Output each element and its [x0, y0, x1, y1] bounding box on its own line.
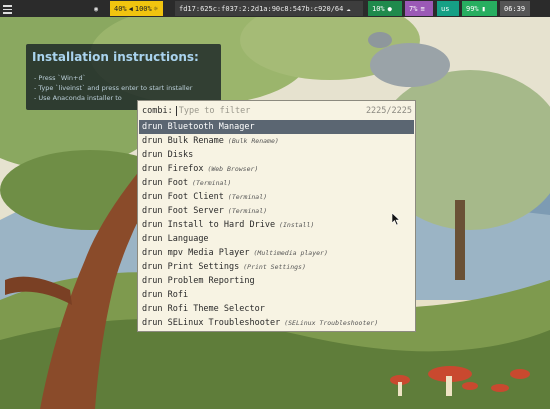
- sun-icon: ☼: [153, 4, 158, 13]
- filter-input[interactable]: combi: Type to filter 2225/2225: [142, 105, 412, 117]
- entry-description: (Install): [279, 221, 315, 229]
- entry-mode: drun: [142, 136, 163, 146]
- entry-name: SELinux Troubleshooter: [167, 318, 281, 328]
- launcher-entry[interactable]: drun Firefox (Web Browser): [139, 162, 414, 176]
- launcher-entry[interactable]: drun Foot Server (Terminal): [139, 204, 414, 218]
- volume-widget[interactable]: 40% ◀ 100% ☼: [110, 1, 163, 16]
- disk-widget[interactable]: 10% ●: [368, 1, 402, 16]
- launcher-entry[interactable]: drun Language: [139, 232, 414, 246]
- entry-mode: drun: [142, 206, 163, 216]
- entry-mode: drun: [142, 150, 163, 160]
- entry-description: (Multimedia player): [253, 249, 328, 257]
- brightness-value: 100%: [134, 4, 152, 13]
- entry-name: Firefox: [167, 164, 204, 174]
- rofi-launcher: combi: Type to filter 2225/2225 drun Blu…: [137, 100, 416, 332]
- mode-prompt: combi:: [142, 106, 173, 116]
- visibility-toggle-icon[interactable]: ◉: [90, 1, 102, 16]
- volume-value: 40%: [114, 4, 127, 13]
- instruction-line: - Press `Win+d`: [34, 74, 86, 82]
- entry-mode: drun: [142, 192, 163, 202]
- top-status-bar: ◉ 40% ◀ 100% ☼ fd17:625c:f037:2:2d1a:90c…: [0, 0, 550, 17]
- entry-mode: drun: [142, 164, 163, 174]
- entry-name: Bluetooth Manager: [167, 122, 255, 132]
- filter-placeholder: Type to filter: [178, 106, 251, 116]
- launcher-entry[interactable]: drun mpv Media Player (Multimedia player): [139, 246, 414, 260]
- entry-mode: drun: [142, 276, 163, 286]
- entry-name: Language: [167, 234, 209, 244]
- entry-mode: drun: [142, 248, 163, 258]
- result-list: drun Bluetooth Manager drun Bulk Rename (B…: [139, 120, 414, 330]
- launcher-entry[interactable]: drun Print Settings (Print Settings): [139, 260, 414, 274]
- entry-name: Print Settings: [167, 262, 240, 272]
- entry-description: (Web Browser): [207, 165, 259, 173]
- entry-name: Foot Server: [167, 206, 224, 216]
- entry-description: (Print Settings): [243, 263, 306, 271]
- entry-name: Foot: [167, 178, 189, 188]
- clock-value: 06:39: [504, 4, 526, 13]
- launcher-entry[interactable]: drun Foot (Terminal): [139, 176, 414, 190]
- ip-address: fd17:625c:f037:2:2d1a:90c8:547b:c920/64: [179, 4, 344, 13]
- disk-icon: ●: [387, 4, 392, 13]
- instruction-line: - Type `liveinst` and press enter to sta…: [34, 84, 193, 92]
- launcher-entry[interactable]: drun Problem Reporting: [139, 274, 414, 288]
- network-widget[interactable]: fd17:625c:f037:2:2d1a:90c8:547b:c920/64 …: [175, 1, 363, 16]
- instructions-title: Installation instructions:: [32, 50, 199, 64]
- entry-name: Rofi: [167, 290, 189, 300]
- launcher-entry[interactable]: drun Bluetooth Manager: [139, 120, 414, 134]
- entry-description: (SELinux Troubleshooter): [284, 319, 379, 327]
- disk-value: 10%: [372, 4, 385, 13]
- keyboard-layout-value: us: [441, 4, 450, 13]
- entry-description: (Terminal): [227, 207, 268, 215]
- entry-mode: drun: [142, 290, 163, 300]
- launcher-entry[interactable]: drun Disks: [139, 148, 414, 162]
- match-count: 2225/2225: [365, 106, 412, 116]
- launcher-entry[interactable]: drun Foot Client (Terminal): [139, 190, 414, 204]
- entry-name: Bulk Rename: [167, 136, 224, 146]
- memory-widget[interactable]: 7% ≡: [405, 1, 433, 16]
- launcher-entry[interactable]: drun Rofi Theme Selector: [139, 302, 414, 316]
- keyboard-layout[interactable]: us: [437, 1, 459, 16]
- clock[interactable]: 06:39: [500, 1, 530, 16]
- battery-icon: ▮: [481, 4, 486, 13]
- cloud-icon: ☁: [346, 4, 351, 13]
- instructions-list: - Press `Win+d` - Type `liveinst` and pr…: [34, 73, 192, 103]
- menu-icon[interactable]: [2, 3, 13, 14]
- text-caret: [175, 106, 177, 116]
- entry-mode: drun: [142, 122, 163, 132]
- launcher-entry[interactable]: drun Install to Hard Drive (Install): [139, 218, 414, 232]
- entry-mode: drun: [142, 234, 163, 244]
- entry-description: (Bulk Rename): [227, 137, 279, 145]
- entry-name: Foot Client: [167, 192, 224, 202]
- memory-icon: ≡: [420, 4, 425, 13]
- entry-name: Rofi Theme Selector: [167, 304, 265, 314]
- entry-name: Disks: [167, 150, 194, 160]
- launcher-entry[interactable]: drun SELinux Troubleshooter (SELinux Trou…: [139, 316, 414, 330]
- entry-name: Problem Reporting: [167, 276, 255, 286]
- launcher-entry[interactable]: drun Rofi: [139, 288, 414, 302]
- entry-description: (Terminal): [227, 193, 268, 201]
- battery-value: 99%: [466, 4, 479, 13]
- launcher-entry[interactable]: drun Bulk Rename (Bulk Rename): [139, 134, 414, 148]
- entry-name: Install to Hard Drive: [167, 220, 276, 230]
- entry-name: mpv Media Player: [167, 248, 250, 258]
- entry-mode: drun: [142, 178, 163, 188]
- entry-mode: drun: [142, 304, 163, 314]
- speaker-icon: ◀: [128, 4, 133, 13]
- battery-widget[interactable]: 99% ▮: [462, 1, 497, 16]
- memory-value: 7%: [409, 4, 418, 13]
- entry-mode: drun: [142, 220, 163, 230]
- mouse-cursor-icon: [392, 213, 400, 225]
- entry-mode: drun: [142, 318, 163, 328]
- entry-description: (Terminal): [192, 179, 232, 187]
- entry-mode: drun: [142, 262, 163, 272]
